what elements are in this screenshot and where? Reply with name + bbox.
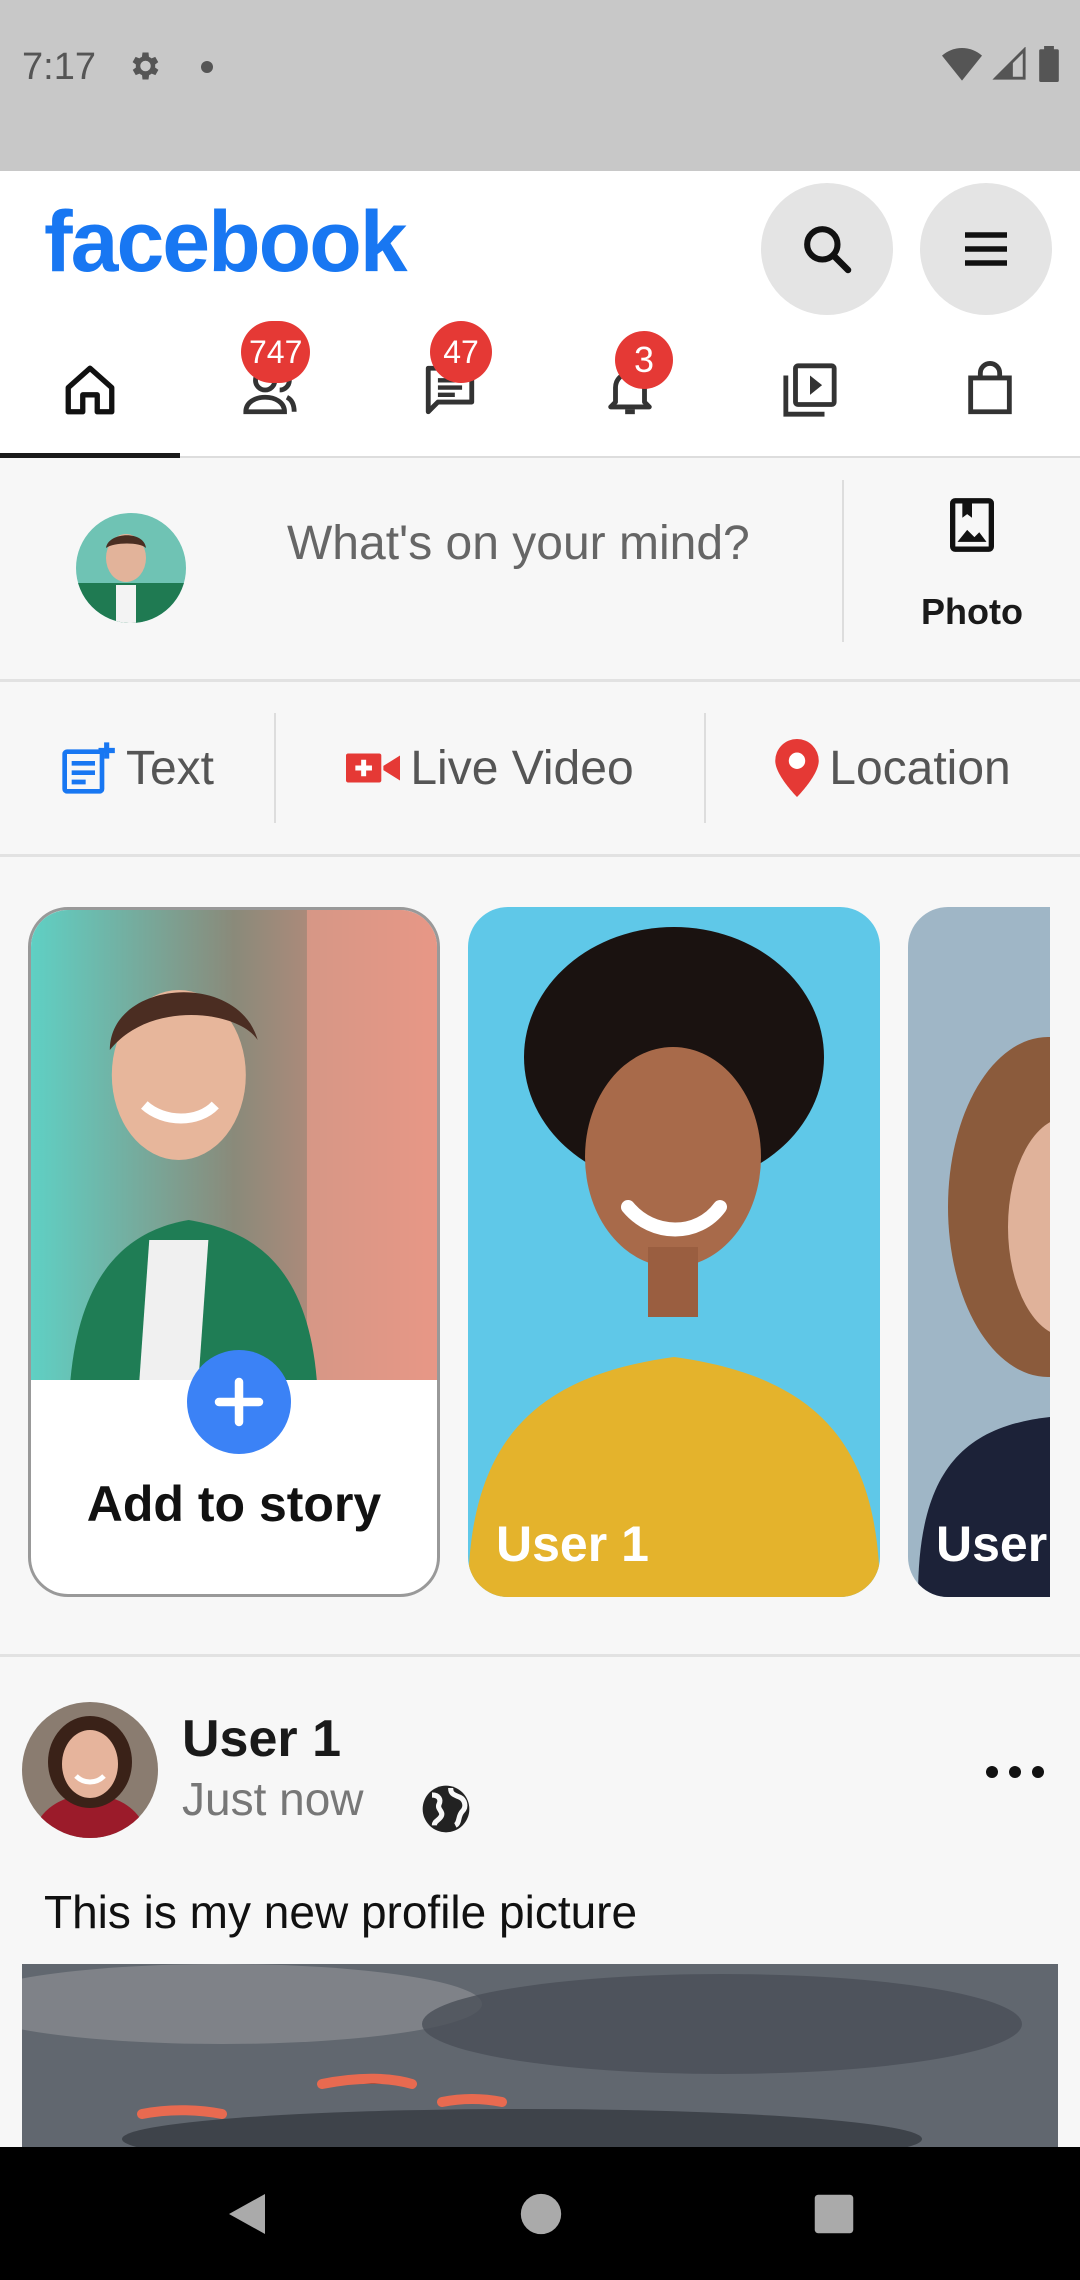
tab-home[interactable]: [0, 321, 180, 458]
add-story-button[interactable]: [187, 1350, 291, 1454]
menu-button[interactable]: [920, 183, 1052, 315]
signal-icon: [992, 47, 1026, 80]
location-pin-icon: [775, 739, 819, 797]
tab-watch[interactable]: [720, 321, 900, 458]
tab-notifications[interactable]: 3: [540, 321, 720, 458]
story-photo: [908, 907, 1050, 1597]
stories-carousel: Add to story User 1 User: [0, 857, 1080, 1657]
text-post-button[interactable]: Text: [0, 713, 274, 823]
status-time: 7:17: [22, 46, 96, 88]
post-author-avatar[interactable]: [22, 1702, 158, 1838]
tab-messages[interactable]: 47: [360, 321, 540, 458]
video-icon: [783, 362, 837, 417]
recents-icon[interactable]: [813, 2193, 855, 2235]
photo-album-icon: [950, 498, 994, 552]
tab-friends[interactable]: 747: [180, 321, 360, 458]
story-card[interactable]: User: [908, 907, 1050, 1597]
status-bar: 7:17: [0, 0, 1080, 171]
photo-button[interactable]: Photo: [880, 496, 1064, 646]
photo-label: Photo: [921, 591, 1023, 632]
search-icon: [804, 226, 852, 274]
post-photo-image: [22, 1964, 1058, 2147]
notification-dot-icon: [201, 61, 213, 73]
story-username: User: [936, 1516, 1048, 1572]
tab-bar: 747 47 3: [0, 321, 1080, 458]
live-video-button[interactable]: Live Video: [274, 713, 706, 823]
system-nav-bar: [0, 2147, 1080, 2280]
post-composer: What's on your mind? Photo: [0, 458, 1080, 682]
post-author-name[interactable]: User 1: [182, 1709, 341, 1769]
battery-icon: [1039, 46, 1059, 82]
friends-badge: 747: [241, 321, 311, 383]
messages-badge: 47: [430, 321, 492, 383]
feed-post: User 1 Just now This is my new profile p…: [0, 1657, 1080, 2147]
add-to-story-label: Add to story: [86, 1476, 382, 1532]
globe-icon: [422, 1785, 470, 1833]
create-story-card[interactable]: Add to story: [28, 907, 440, 1597]
status-icons: [942, 46, 1060, 82]
plus-icon: [214, 1377, 264, 1427]
facebook-logo[interactable]: facebook: [44, 193, 408, 292]
home-nav-icon[interactable]: [519, 2192, 563, 2236]
location-label: Location: [829, 741, 1011, 795]
post-photo[interactable]: [22, 1964, 1058, 2147]
story-username: User 1: [496, 1516, 649, 1572]
settings-gear-icon: [132, 52, 159, 80]
tab-marketplace[interactable]: [900, 321, 1080, 458]
more-options-icon[interactable]: [980, 1757, 1050, 1787]
composer-prompt[interactable]: What's on your mind?: [287, 516, 750, 571]
create-story-photo: [31, 910, 437, 1380]
story-photo: [468, 907, 880, 1597]
shopping-bag-icon: [968, 360, 1012, 414]
story-card[interactable]: User 1: [468, 907, 880, 1597]
notifications-badge: 3: [615, 331, 673, 389]
text-post-icon: [62, 742, 115, 794]
live-video-label: Live Video: [410, 741, 634, 795]
wifi-icon: [942, 48, 982, 81]
live-video-icon: [346, 753, 401, 783]
post-timestamp: Just now: [182, 1773, 364, 1825]
back-icon[interactable]: [225, 2190, 269, 2238]
post-caption: This is my new profile picture: [44, 1886, 638, 1938]
location-button[interactable]: Location: [706, 713, 1080, 823]
app-header: facebook 747 47 3: [0, 171, 1080, 458]
text-post-label: Text: [125, 741, 215, 795]
menu-icon: [965, 232, 1007, 266]
avatar-image: [76, 513, 186, 623]
user-avatar[interactable]: [76, 513, 186, 623]
composer-divider: [842, 480, 844, 642]
home-icon: [65, 365, 115, 414]
author-avatar-image: [22, 1702, 158, 1838]
search-button[interactable]: [761, 183, 893, 315]
post-actions: Text Live Video Location: [0, 682, 1080, 857]
